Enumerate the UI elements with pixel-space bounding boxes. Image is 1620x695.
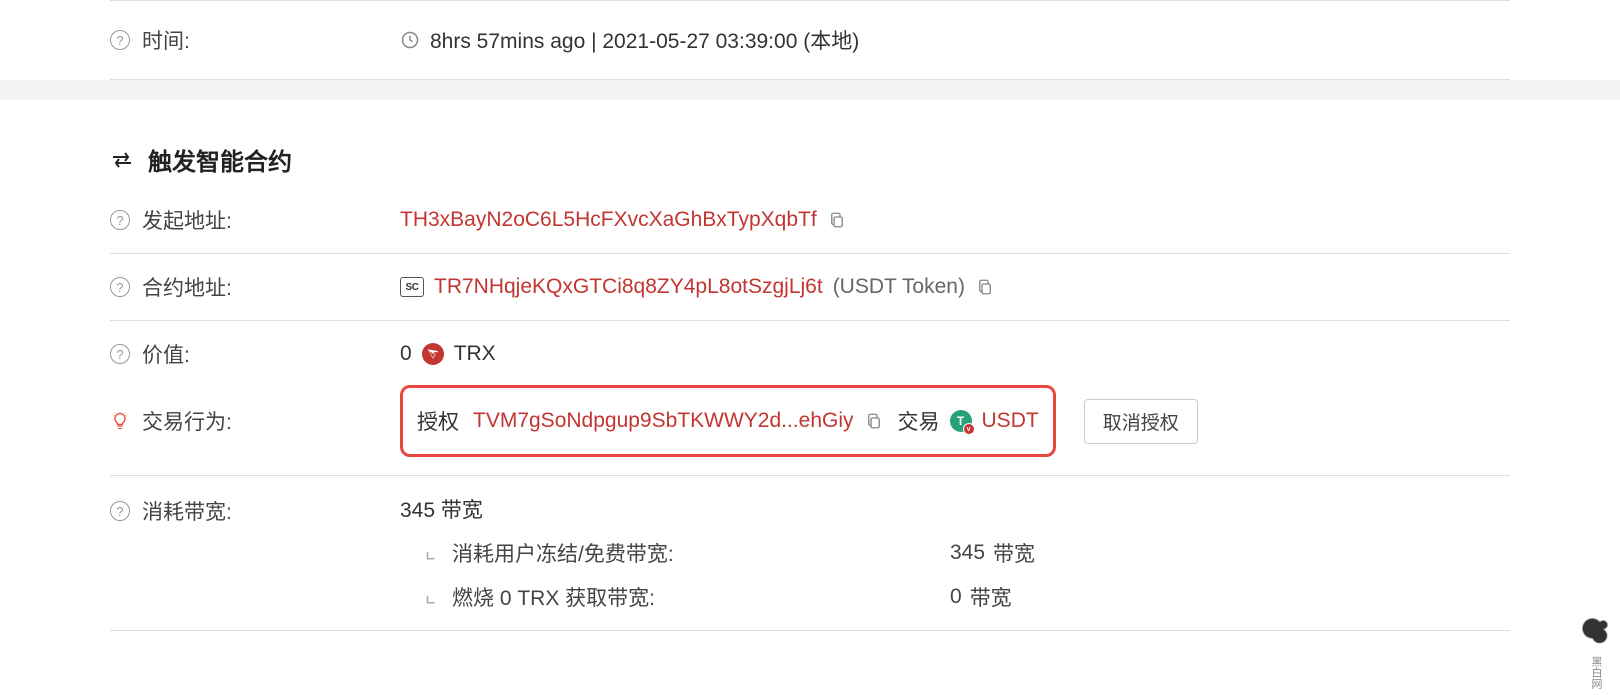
divider-bandwidth [110,630,1510,631]
cancel-authorize-button[interactable]: 取消授权 [1084,399,1198,444]
help-icon[interactable]: ? [110,277,130,297]
help-icon[interactable]: ? [110,30,130,50]
usdt-icon: Tv [950,410,972,432]
authorize-label: 授权 [417,406,459,436]
bandwidth-sub2-value: 0 [950,585,962,609]
bandwidth-sub2-unit: 带宽 [970,582,1012,612]
bandwidth-sub1-label: 消耗用户冻结/免费带宽: [452,538,942,568]
section-header: 触发智能合约 [110,100,1510,187]
value-amount: 0 [400,342,412,366]
tx-action-highlight: 授权 TVM7gSoNdpgup9SbTKWWY2d...ehGiy 交易 Tv… [400,385,1056,457]
row-value: ? 价值: 0 TRX [110,321,1510,377]
contract-token-note: (USDT Token) [833,275,965,299]
copy-icon[interactable] [975,276,995,298]
watermark-text: 黑白网 [1588,656,1604,689]
bandwidth-main: 345 带宽 [400,494,1510,524]
bandwidth-sub2: 燃烧 0 TRX 获取带宽: 0 带宽 [400,582,1510,612]
section-title: 触发智能合约 [148,142,292,177]
contract-address-link[interactable]: TR7NHqjeKQxGTCi8q8ZY4pL8otSzgjLj6t [434,275,823,299]
row-tx-action: 交易行为: 授权 TVM7gSoNdpgup9SbTKWWY2d...ehGiy… [110,377,1510,475]
bandwidth-sub1: 消耗用户冻结/免费带宽: 345 带宽 [400,538,1510,568]
trade-label: 交易 [898,406,940,436]
section-gap [0,80,1620,100]
help-icon[interactable]: ? [110,210,130,230]
sc-badge-icon: SC [400,277,424,297]
corner-icon [424,546,438,560]
watermark-logo-icon [1578,614,1614,650]
label-bandwidth: 消耗带宽: [142,496,232,526]
from-address-link[interactable]: TH3xBayN2oC6L5HcFXvcXaGhBxTypXqbTf [400,208,817,232]
bandwidth-main-unit: 带宽 [441,499,483,522]
label-time: 时间: [142,25,190,55]
corner-icon [424,590,438,604]
label-value: 价值: [142,339,190,369]
token-usdt-link[interactable]: USDT [982,409,1039,433]
row-time: ? 时间: 8hrs 57mins ago | 2021-05-27 03:39… [110,1,1510,79]
row-from-address: ? 发起地址: TH3xBayN2oC6L5HcFXvcXaGhBxTypXqb… [110,187,1510,253]
copy-icon[interactable] [827,209,847,231]
watermark: 黑白网 [1578,614,1614,689]
trx-icon [422,343,444,365]
bandwidth-main-value: 345 [400,499,435,522]
bandwidth-sub1-unit: 带宽 [993,538,1035,568]
row-bandwidth: ? 消耗带宽: 345 带宽 消耗用户冻结/免费带宽: 345 带宽 燃烧 0 … [110,476,1510,630]
value-currency: TRX [454,342,496,366]
arrows-icon [110,148,134,172]
help-icon[interactable]: ? [110,501,130,521]
label-tx-action: 交易行为: [142,406,232,436]
copy-icon[interactable] [864,410,884,432]
help-icon[interactable]: ? [110,344,130,364]
bandwidth-sub1-value: 345 [950,541,985,565]
lightbulb-icon [110,411,130,431]
spender-address-link[interactable]: TVM7gSoNdpgup9SbTKWWY2d...ehGiy [473,409,854,433]
bandwidth-sub2-label: 燃烧 0 TRX 获取带宽: [452,582,942,612]
label-contract: 合约地址: [142,272,232,302]
label-from: 发起地址: [142,205,232,235]
time-value: 8hrs 57mins ago | 2021-05-27 03:39:00 (本… [430,25,859,55]
row-contract-address: ? 合约地址: SC TR7NHqjeKQxGTCi8q8ZY4pL8otSzg… [110,254,1510,320]
clock-icon [400,30,420,50]
